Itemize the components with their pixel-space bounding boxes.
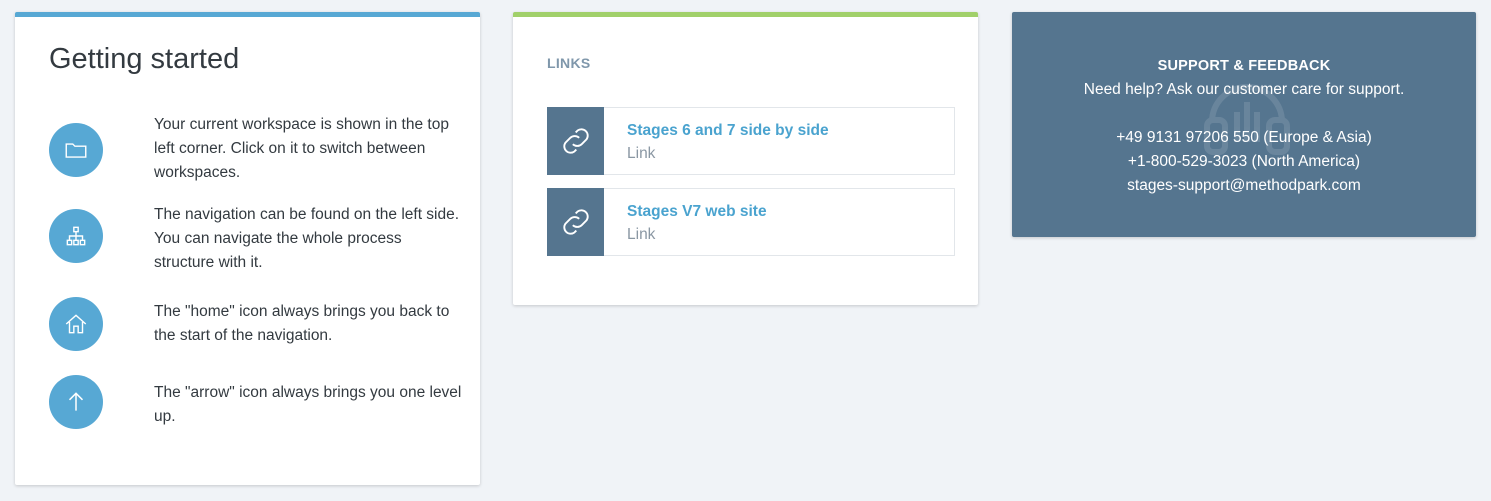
link-stages-v7-website[interactable]: Stages V7 web site Link (547, 188, 955, 256)
link-title[interactable]: Stages V7 web site (627, 203, 767, 221)
link-type: Link (627, 145, 656, 162)
support-card: SUPPORT & FEEDBACK Need help? Ask our cu… (1012, 12, 1476, 237)
link-icon (547, 107, 604, 175)
home-icon (49, 297, 103, 351)
getting-started-card: Getting started Your current workspace i… (15, 12, 480, 485)
links-heading: LINKS (547, 55, 591, 71)
folder-icon (49, 123, 103, 177)
support-phone-america: +1-800-529-3023 (North America) (1127, 153, 1361, 170)
links-card: LINKS Stages 6 and 7 side by side Link S… (513, 12, 978, 305)
link-title[interactable]: Stages 6 and 7 side by side (627, 122, 829, 140)
arrow-up-icon (49, 375, 103, 429)
getting-started-item-text: The navigation can be found on the left … (154, 206, 460, 271)
support-subtitle: Need help? Ask our customer care for sup… (1083, 81, 1405, 98)
support-email[interactable]: stages-support@methodpark.com (1012, 174, 1476, 198)
support-title: SUPPORT & FEEDBACK (1157, 58, 1331, 74)
support-phone-europe: +49 9131 97206 550 (Europe & Asia) (1116, 129, 1372, 146)
link-icon (547, 188, 604, 256)
sitemap-icon (49, 209, 103, 263)
support-content: SUPPORT & FEEDBACK Need help? Ask our cu… (1012, 54, 1476, 198)
getting-started-item-text: Your current workspace is shown in the t… (154, 116, 449, 181)
getting-started-title: Getting started (49, 43, 240, 75)
getting-started-item-text: The "arrow" icon always brings you one l… (154, 384, 462, 425)
link-stages-6-7[interactable]: Stages 6 and 7 side by side Link (547, 107, 955, 175)
link-type: Link (627, 226, 656, 243)
getting-started-item-text: The "home" icon always brings you back t… (154, 303, 450, 344)
